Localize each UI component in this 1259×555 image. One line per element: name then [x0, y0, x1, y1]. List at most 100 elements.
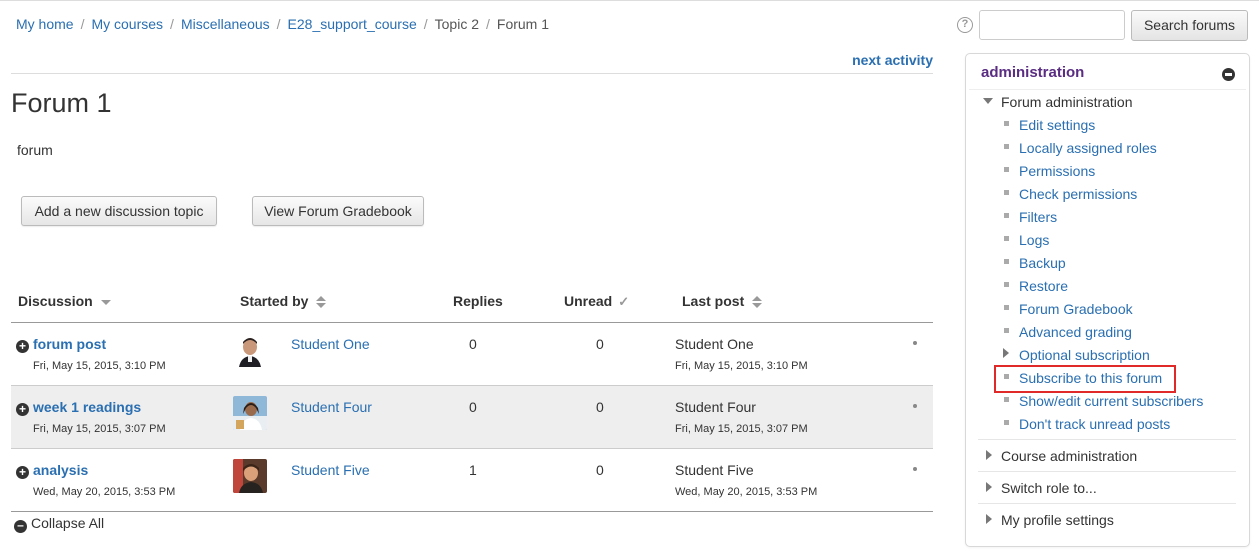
bullet-icon [1004, 167, 1009, 172]
breadcrumb-course[interactable]: E28_support_course [288, 16, 417, 32]
view-gradebook-button[interactable]: View Forum Gradebook [252, 196, 424, 226]
admin-dont-track-unread[interactable]: Don't track unread posts [1019, 416, 1170, 432]
bullet-icon [1004, 305, 1009, 310]
breadcrumb-separator: / [80, 16, 85, 32]
expand-icon[interactable]: + [16, 466, 29, 479]
help-icon[interactable]: ? [957, 17, 973, 33]
discussion-date: Fri, May 15, 2015, 3:10 PM [33, 360, 166, 372]
search-input[interactable] [979, 10, 1125, 40]
avatar[interactable] [233, 396, 267, 430]
unread-count: 0 [596, 399, 604, 415]
discussion-title-link[interactable]: analysis [33, 462, 88, 478]
bullet-icon [1004, 190, 1009, 195]
header-started-by[interactable]: Started by [240, 293, 327, 309]
forum-administration-node[interactable]: Forum administration [1001, 94, 1133, 110]
last-post-author: Student Four [675, 399, 756, 415]
admin-check-permissions[interactable]: Check permissions [1019, 186, 1137, 202]
admin-filters[interactable]: Filters [1019, 209, 1057, 225]
collapse-all-label: Collapse All [31, 515, 105, 531]
breadcrumb-separator: / [276, 16, 281, 32]
header-discussion[interactable]: Discussion [18, 293, 111, 309]
divider [978, 503, 1236, 504]
admin-show-edit-subscribers[interactable]: Show/edit current subscribers [1019, 393, 1203, 409]
admin-restore[interactable]: Restore [1019, 278, 1068, 294]
discussion-title-link[interactable]: forum post [33, 336, 106, 352]
discussion-title-link[interactable]: week 1 readings [33, 399, 141, 415]
sort-icon [316, 296, 327, 309]
avatar[interactable] [233, 333, 267, 367]
bullet-icon [1004, 236, 1009, 241]
replies-count[interactable]: 0 [469, 336, 477, 352]
administration-title: administration [981, 64, 1085, 81]
collapsed-arrow-icon[interactable] [986, 482, 992, 492]
replies-count[interactable]: 0 [469, 399, 477, 415]
last-post-date[interactable]: Fri, May 15, 2015, 3:07 PM [675, 423, 808, 435]
breadcrumb-current: Forum 1 [496, 16, 550, 32]
divider [978, 471, 1236, 472]
table-row: + forum post Fri, May 15, 2015, 3:10 PM … [11, 323, 933, 385]
header-last-post[interactable]: Last post [682, 293, 763, 309]
table-bottom-divider [11, 511, 933, 512]
bullet-icon [1004, 121, 1009, 126]
breadcrumb-separator: / [170, 16, 174, 32]
last-post-date[interactable]: Fri, May 15, 2015, 3:10 PM [675, 360, 808, 372]
check-icon[interactable]: ✓ [618, 294, 629, 310]
breadcrumb-my-home[interactable]: My home [16, 16, 74, 32]
admin-forum-gradebook[interactable]: Forum Gradebook [1019, 301, 1133, 317]
header-replies[interactable]: Replies [453, 293, 503, 309]
expand-icon[interactable]: + [16, 340, 29, 353]
table-row: + analysis Wed, May 20, 2015, 3:53 PM St… [11, 449, 933, 511]
collapsed-arrow-icon[interactable] [986, 514, 992, 524]
last-post-date[interactable]: Wed, May 20, 2015, 3:53 PM [675, 486, 817, 498]
last-post-author: Student Five [675, 462, 754, 478]
header-unread-label: Unread [564, 293, 613, 309]
header-started-by-label: Started by [240, 293, 309, 309]
replies-count[interactable]: 1 [469, 462, 477, 478]
sort-desc-icon [100, 299, 111, 305]
subscription-dot [913, 404, 917, 408]
unread-count: 0 [596, 462, 604, 478]
collapse-all-link[interactable]: – Collapse All [14, 515, 104, 533]
my-profile-settings-node[interactable]: My profile settings [1001, 512, 1114, 528]
avatar[interactable] [233, 459, 267, 493]
next-activity-link[interactable]: next activity [852, 52, 933, 68]
add-discussion-button[interactable]: Add a new discussion topic [21, 196, 217, 226]
divider [11, 73, 933, 74]
search-forums-button[interactable]: Search forums [1131, 10, 1248, 41]
started-by-link[interactable]: Student Four [291, 399, 372, 415]
expanded-arrow-icon[interactable] [983, 98, 993, 104]
bullet-icon [1004, 213, 1009, 218]
admin-edit-settings[interactable]: Edit settings [1019, 117, 1095, 133]
header-unread[interactable]: Unread ✓ [564, 293, 629, 310]
admin-advanced-grading[interactable]: Advanced grading [1019, 324, 1132, 340]
breadcrumb-miscellaneous[interactable]: Miscellaneous [181, 16, 270, 32]
collapsed-arrow-icon[interactable] [1003, 348, 1009, 358]
admin-logs[interactable]: Logs [1019, 232, 1049, 248]
hide-block-icon[interactable] [1222, 68, 1235, 81]
discussion-date: Wed, May 20, 2015, 3:53 PM [33, 486, 176, 498]
header-last-post-label: Last post [682, 293, 745, 309]
bullet-icon [1004, 397, 1009, 402]
switch-role-node[interactable]: Switch role to... [1001, 480, 1097, 496]
breadcrumb-my-courses[interactable]: My courses [91, 16, 163, 32]
unread-count: 0 [596, 336, 604, 352]
bullet-icon [1004, 144, 1009, 149]
bullet-icon [1004, 420, 1009, 425]
header-discussion-label: Discussion [18, 293, 93, 309]
admin-backup[interactable]: Backup [1019, 255, 1066, 271]
bullet-icon [1004, 282, 1009, 287]
admin-locally-assigned-roles[interactable]: Locally assigned roles [1019, 140, 1157, 156]
divider [978, 439, 1236, 440]
started-by-link[interactable]: Student Five [291, 462, 370, 478]
expand-icon[interactable]: + [16, 403, 29, 416]
admin-permissions[interactable]: Permissions [1019, 163, 1095, 179]
bullet-icon [1004, 328, 1009, 333]
collapsed-arrow-icon[interactable] [986, 450, 992, 460]
divider [969, 89, 1246, 90]
breadcrumb: My home / My courses / Miscellaneous / E28_sup… [16, 16, 549, 32]
forum-intro: forum [17, 142, 53, 158]
started-by-link[interactable]: Student One [291, 336, 370, 352]
admin-optional-subscription[interactable]: Optional subscription [1019, 347, 1150, 363]
course-administration-node[interactable]: Course administration [1001, 448, 1137, 464]
breadcrumb-topic: Topic 2 [434, 16, 479, 32]
